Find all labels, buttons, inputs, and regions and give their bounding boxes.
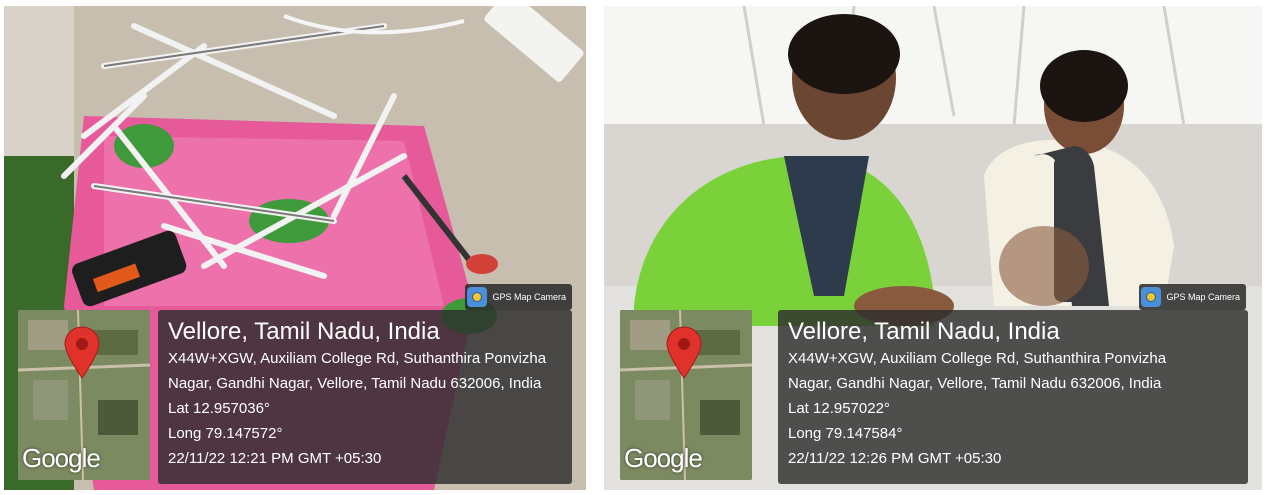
gps-map-camera-icon	[1141, 287, 1162, 307]
location-title: Vellore, Tamil Nadu, India	[788, 318, 1060, 345]
gps-map-camera-badge: GPS Map Camera	[1139, 284, 1246, 310]
gps-map-camera-badge: GPS Map Camera	[465, 284, 572, 310]
timestamp: 22/11/22 12:26 PM GMT +05:30	[788, 450, 1002, 467]
photo-left: GPS Map Camera Google Vellore, Tamil Nad…	[4, 6, 586, 490]
address-line-2: Nagar, Gandhi Nagar, Vellore, Tamil Nadu…	[168, 375, 542, 392]
latitude: Lat 12.957036°	[168, 400, 270, 417]
gps-map-camera-icon	[467, 287, 488, 307]
badge-label: GPS Map Camera	[1166, 292, 1240, 302]
location-pin-icon	[666, 326, 702, 379]
timestamp: 22/11/22 12:21 PM GMT +05:30	[168, 450, 382, 467]
address-line-2: Nagar, Gandhi Nagar, Vellore, Tamil Nadu…	[788, 375, 1162, 392]
map-thumbnail: Google	[620, 310, 752, 480]
address-line-1: X44W+XGW, Auxiliam College Rd, Suthanthi…	[168, 350, 547, 367]
latitude: Lat 12.957022°	[788, 400, 890, 417]
address-line-1: X44W+XGW, Auxiliam College Rd, Suthanthi…	[788, 350, 1167, 367]
longitude: Long 79.147584°	[788, 425, 903, 442]
map-thumbnail: Google	[18, 310, 150, 480]
location-panel: Vellore, Tamil Nadu, India X44W+XGW, Aux…	[158, 310, 572, 484]
longitude: Long 79.147572°	[168, 425, 283, 442]
location-title: Vellore, Tamil Nadu, India	[168, 318, 440, 345]
google-logo: Google	[624, 443, 703, 473]
badge-label: GPS Map Camera	[492, 292, 566, 302]
photo-right: GPS Map Camera Google Vellore, Tamil Nad…	[604, 6, 1262, 490]
location-panel: Vellore, Tamil Nadu, India X44W+XGW, Aux…	[778, 310, 1248, 484]
location-pin-icon	[64, 326, 100, 379]
google-logo: Google	[22, 443, 101, 473]
